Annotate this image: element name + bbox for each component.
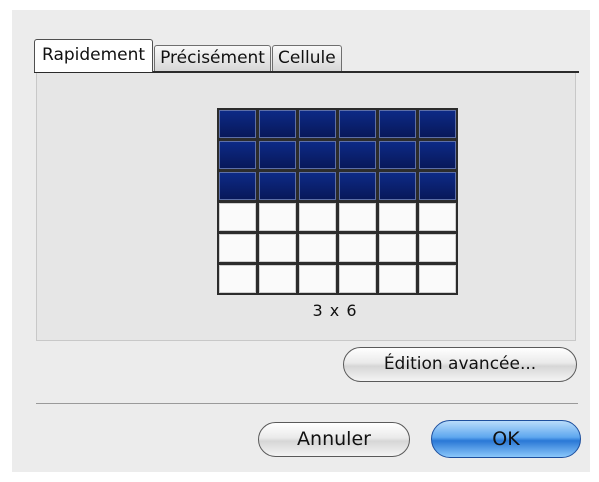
grid-cell[interactable] [419, 234, 456, 262]
grid-cell[interactable] [339, 265, 376, 293]
grid-cell[interactable] [339, 203, 376, 231]
grid-cell[interactable] [419, 203, 456, 231]
grid-cell-selected[interactable] [419, 172, 456, 200]
grid-cell[interactable] [259, 265, 296, 293]
tab-cellule[interactable]: Cellule [271, 45, 342, 72]
grid-cell-selected[interactable] [419, 141, 456, 169]
grid-cell-selected[interactable] [259, 172, 296, 200]
table-size-grid[interactable] [217, 108, 458, 295]
tab-rapidement[interactable]: Rapidement [34, 39, 154, 72]
grid-cell[interactable] [299, 265, 336, 293]
grid-cell-selected[interactable] [259, 110, 296, 138]
grid-cell[interactable] [219, 265, 256, 293]
grid-cell-selected[interactable] [299, 110, 336, 138]
grid-cell[interactable] [259, 203, 296, 231]
grid-cell[interactable] [379, 234, 416, 262]
grid-cell-selected[interactable] [299, 141, 336, 169]
grid-cell[interactable] [379, 203, 416, 231]
grid-cell-selected[interactable] [219, 172, 256, 200]
table-size-label: 3 x 6 [312, 301, 358, 320]
grid-cell[interactable] [259, 234, 296, 262]
tab-panel-rapidement: 3 x 6 [36, 73, 576, 341]
grid-cell[interactable] [339, 234, 376, 262]
cancel-button[interactable]: Annuler [258, 422, 410, 457]
grid-cell[interactable] [219, 234, 256, 262]
insert-table-dialog: Rapidement Précisément Cellule 3 x 6 Édi… [12, 10, 590, 472]
tab-bar: Rapidement Précisément Cellule [34, 38, 343, 72]
grid-cell-selected[interactable] [339, 141, 376, 169]
grid-cell-selected[interactable] [379, 141, 416, 169]
separator [36, 403, 578, 404]
grid-cell[interactable] [419, 265, 456, 293]
grid-cell-selected[interactable] [379, 110, 416, 138]
grid-cell-selected[interactable] [219, 110, 256, 138]
grid-cell-selected[interactable] [339, 172, 376, 200]
ok-button[interactable]: OK [431, 420, 581, 458]
grid-cell-selected[interactable] [259, 141, 296, 169]
grid-cell-selected[interactable] [339, 110, 376, 138]
grid-cell[interactable] [299, 203, 336, 231]
grid-cell-selected[interactable] [419, 110, 456, 138]
grid-cell[interactable] [379, 265, 416, 293]
grid-cell-selected[interactable] [299, 172, 336, 200]
grid-cell[interactable] [219, 203, 256, 231]
grid-cell[interactable] [299, 234, 336, 262]
grid-cell-selected[interactable] [379, 172, 416, 200]
grid-cell-selected[interactable] [219, 141, 256, 169]
tab-precisement[interactable]: Précisément [154, 45, 271, 72]
advanced-edit-button[interactable]: Édition avancée... [343, 347, 577, 382]
